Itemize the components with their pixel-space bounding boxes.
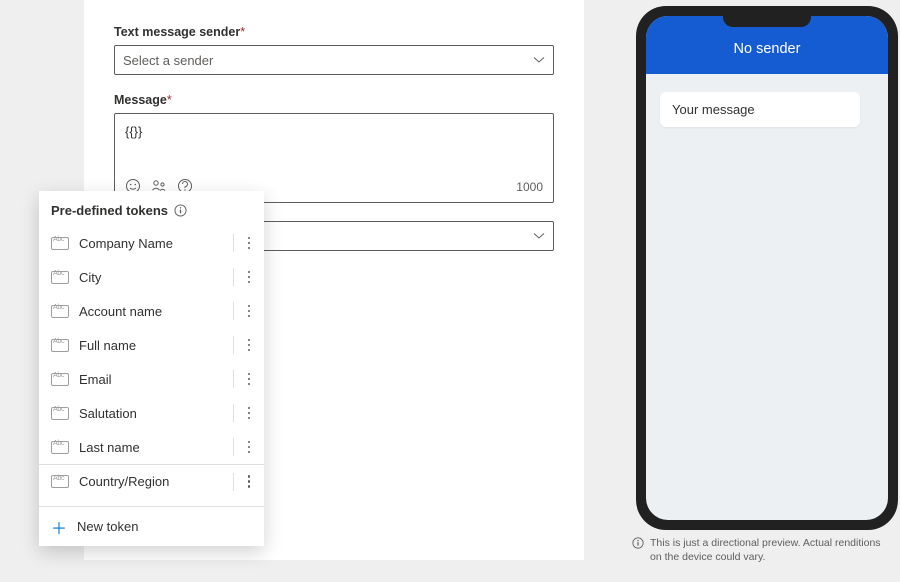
message-bubble: Your message xyxy=(660,92,860,127)
more-options-icon[interactable] xyxy=(240,300,258,322)
plus-icon: ＋ xyxy=(51,515,67,539)
token-row[interactable]: City xyxy=(39,260,264,294)
tokens-panel: Pre-defined tokens Company Name City Accou… xyxy=(39,191,264,546)
char-counter: 1000 xyxy=(516,180,543,194)
more-options-icon[interactable] xyxy=(240,471,258,493)
preview-disclaimer: This is just a directional preview. Actu… xyxy=(632,536,882,564)
text-field-icon xyxy=(51,441,69,454)
sender-placeholder: Select a sender xyxy=(123,53,213,68)
tokens-list[interactable]: Company Name City Account name Full name Ema… xyxy=(39,226,264,506)
text-field-icon xyxy=(51,475,69,488)
more-options-icon[interactable] xyxy=(240,334,258,356)
token-label: Company Name xyxy=(79,236,227,251)
more-options-icon[interactable] xyxy=(240,232,258,254)
text-field-icon xyxy=(51,407,69,420)
token-label: Account name xyxy=(79,304,227,319)
token-row[interactable]: Full name xyxy=(39,328,264,362)
text-field-icon xyxy=(51,271,69,284)
text-field-icon xyxy=(51,237,69,250)
token-row[interactable]: Email xyxy=(39,362,264,396)
token-row[interactable]: First name xyxy=(39,498,264,506)
phone-header: No sender xyxy=(646,16,888,74)
more-options-icon[interactable] xyxy=(240,504,258,506)
token-row[interactable]: Account name xyxy=(39,294,264,328)
message-label: Message* xyxy=(114,93,554,107)
token-row[interactable]: Last name xyxy=(39,430,264,464)
more-options-icon[interactable] xyxy=(240,266,258,288)
text-field-icon xyxy=(51,305,69,318)
token-label: Email xyxy=(79,372,227,387)
phone-preview-frame: No sender Your message xyxy=(636,6,898,530)
token-row[interactable]: Salutation xyxy=(39,396,264,430)
token-row[interactable]: Company Name xyxy=(39,226,264,260)
text-field-icon xyxy=(51,339,69,352)
more-options-icon[interactable] xyxy=(240,368,258,390)
info-icon[interactable] xyxy=(174,204,187,217)
tokens-panel-title: Pre-defined tokens xyxy=(39,191,264,226)
more-options-icon[interactable] xyxy=(240,402,258,424)
phone-screen: No sender Your message xyxy=(646,16,888,520)
chevron-down-icon xyxy=(533,230,545,242)
token-row[interactable]: Country/Region xyxy=(39,464,264,498)
token-label: Full name xyxy=(79,338,227,353)
token-label: Country/Region xyxy=(79,474,227,489)
new-token-button[interactable]: ＋ New token xyxy=(39,506,264,546)
info-icon xyxy=(632,537,644,549)
sender-select[interactable]: Select a sender xyxy=(114,45,554,75)
sender-label: Text message sender* xyxy=(114,25,554,39)
chevron-down-icon xyxy=(533,54,545,66)
token-label: Last name xyxy=(79,440,227,455)
chat-body: Your message xyxy=(646,74,888,145)
message-content: {{}} xyxy=(125,124,142,139)
token-label: Salutation xyxy=(79,406,227,421)
message-input[interactable]: {{}} 1000 xyxy=(114,113,554,203)
token-label: City xyxy=(79,270,227,285)
more-options-icon[interactable] xyxy=(240,436,258,458)
text-field-icon xyxy=(51,373,69,386)
